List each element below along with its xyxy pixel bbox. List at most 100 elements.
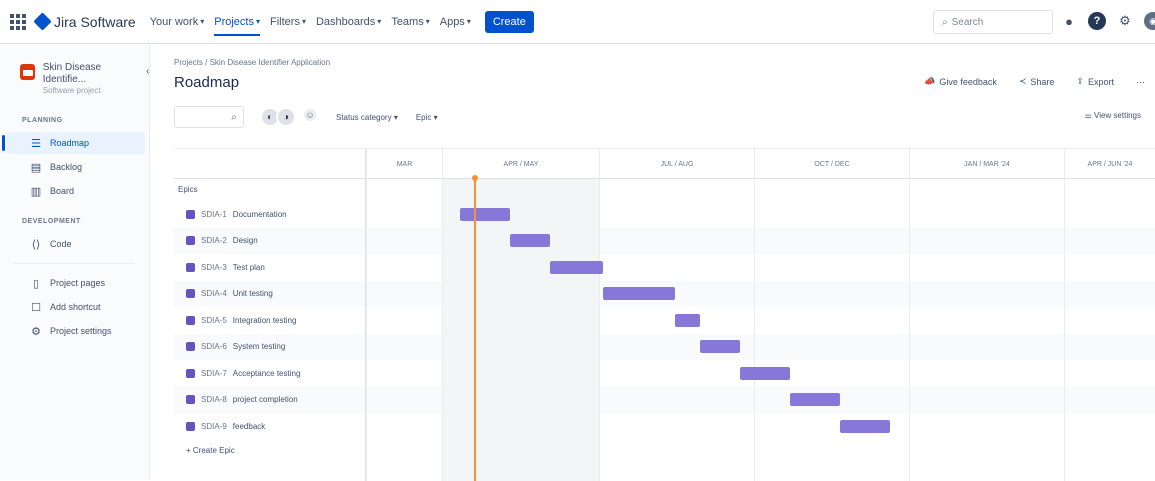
nav-filters[interactable]: Filters ▾ [270,0,306,44]
roadmap-toolbar: ⌕ ◐ ◑ ☺ Status category ▾ Epic ▾ [174,106,438,128]
month-header: OCT / DEC [754,149,909,179]
board-icon: ▥ [30,185,42,198]
roadmap-timeline: MAR APR / MAY JUL / AUG OCT / DEC JAN / MAR … [174,148,1155,481]
nav-dashboards[interactable]: Dashboards ▾ [316,0,381,44]
chevron-down-icon: ▾ [433,112,438,122]
backlog-icon: ▤ [30,161,42,174]
epic-timeline-bar[interactable] [790,393,840,406]
chevron-down-icon: ▾ [301,17,306,26]
epic-item[interactable]: SDIA-5 Integration testing [186,310,296,330]
status-category-filter[interactable]: Status category ▾ [336,113,398,122]
nav-label: Your work [149,15,199,28]
notifications-icon[interactable]: ● [1060,12,1078,30]
epic-timeline-bar[interactable] [510,234,550,247]
epics-label: Epics [178,185,198,194]
month-header: JAN / MAR '24 [909,149,1064,179]
user-avatar[interactable]: ◉ [1144,12,1155,30]
app-switcher-icon[interactable] [10,13,26,30]
month-header: APR / JUN '24 [1064,149,1155,179]
sidebar-item-label: Roadmap [50,138,90,148]
epic-icon [186,236,195,245]
sidebar-item-label: Code [50,239,72,249]
epic-timeline-bar[interactable] [460,207,510,221]
sidebar-item-board[interactable]: ▥ Board [6,180,145,202]
month-column [1064,179,1155,481]
button-label: Give feedback [939,76,997,87]
button-label: View settings [1094,111,1141,120]
filter-label: Epic [415,112,432,122]
collapse-sidebar-icon[interactable]: ‹ [146,66,149,77]
epic-item[interactable]: SDIA-9 feedback [186,416,265,436]
breadcrumb[interactable]: Projects / Skin Disease Identifier Appli… [174,58,330,67]
epic-timeline-bar[interactable] [675,313,700,327]
code-icon: ⟨⟩ [31,238,41,251]
sidebar-divider [14,263,135,264]
epic-timeline-bar[interactable] [602,287,675,300]
roadmap-search-input[interactable]: ⌕ [174,106,244,128]
month-header: MAR [366,149,442,179]
share-button[interactable]: ≺ Share [1019,76,1055,87]
add-people-icon[interactable]: ☺ [302,107,318,123]
help-icon[interactable]: ? [1088,12,1106,30]
epic-item[interactable]: SDIA-1 Documentation [186,204,287,224]
epic-icon [186,395,195,404]
project-sidebar: Skin Disease Identifie... Software proje… [0,44,150,480]
nav-teams[interactable]: Teams ▾ [391,0,429,44]
today-marker-line [474,179,476,481]
epic-key: SDIA-3 [201,262,227,272]
month-header: JUL / AUG [599,149,754,179]
nav-apps[interactable]: Apps ▾ [440,0,471,44]
give-feedback-button[interactable]: 📣 Give feedback [924,76,997,87]
more-actions-icon[interactable]: ··· [1136,77,1145,87]
create-button[interactable]: Create [484,10,534,33]
sidebar-item-label: Project pages [50,278,106,288]
epic-filter[interactable]: Epic ▾ [416,113,438,122]
epic-item[interactable]: SDIA-2 Design [186,231,258,251]
epic-item[interactable]: SDIA-3 Test plan [186,257,265,277]
sidebar-item-project-settings[interactable]: ⚙ Project settings [6,320,145,342]
top-navigation-bar: Jira Software Your work ▾ Projects ▾ Filte… [0,0,1155,44]
settings-icon: ⚙ [31,325,41,338]
epic-key: SDIA-5 [201,315,227,325]
sliders-icon: ⚌ [1084,111,1092,120]
epic-timeline-bar[interactable] [700,340,740,353]
epic-timeline-bar[interactable] [740,366,790,380]
epic-item[interactable]: SDIA-4 Unit testing [186,284,273,304]
avatar[interactable]: ◑ [276,107,296,127]
epic-timeline-bar[interactable] [840,419,890,433]
settings-gear-icon[interactable]: ⚙ [1116,12,1134,30]
nav-label: Apps [439,15,465,28]
month-column [599,179,754,481]
sidebar-item-project-pages[interactable]: ▯ Project pages [6,272,145,294]
create-epic-button[interactable]: + Create Epic [186,446,235,455]
sidebar-item-roadmap[interactable]: ☰ Roadmap [2,132,145,154]
nav-projects[interactable]: Projects ▾ [214,0,260,44]
section-development: DEVELOPMENT [22,218,81,225]
export-button[interactable]: ⇪ Export [1076,76,1114,87]
month-column [754,179,909,481]
jira-logo[interactable]: Jira Software [33,12,136,31]
search-placeholder: Search [951,16,984,28]
product-name: Jira Software [54,13,136,30]
month-column [909,179,1064,481]
sidebar-item-code[interactable]: ⟨⟩ Code [6,233,145,255]
nav-your-work[interactable]: Your work ▾ [150,0,205,44]
epic-item[interactable]: SDIA-7 Acceptance testing [186,363,300,383]
search-input[interactable]: ⌕ Search [933,10,1053,34]
chevron-down-icon: ▾ [466,17,471,26]
view-settings-button[interactable]: ⚌ View settings [1085,111,1141,120]
project-header[interactable]: Skin Disease Identifie... Software proje… [0,44,149,103]
month-column [366,179,442,481]
epic-name: Unit testing [232,289,273,298]
chevron-down-icon: ▾ [200,17,205,26]
page-actions: 📣 Give feedback ≺ Share ⇪ Export ··· [924,76,1145,87]
button-label: Export [1087,76,1114,87]
sidebar-item-label: Backlog [50,162,83,172]
filter-label: Status category [336,112,392,122]
epic-item[interactable]: SDIA-8 project completion [186,390,298,410]
sidebar-item-backlog[interactable]: ▤ Backlog [6,156,145,178]
sidebar-item-add-shortcut[interactable]: ☐ Add shortcut [6,296,145,318]
epic-timeline-bar[interactable] [550,260,603,274]
epic-item[interactable]: SDIA-6 System testing [186,337,285,357]
sidebar-item-label: Board [50,186,75,196]
